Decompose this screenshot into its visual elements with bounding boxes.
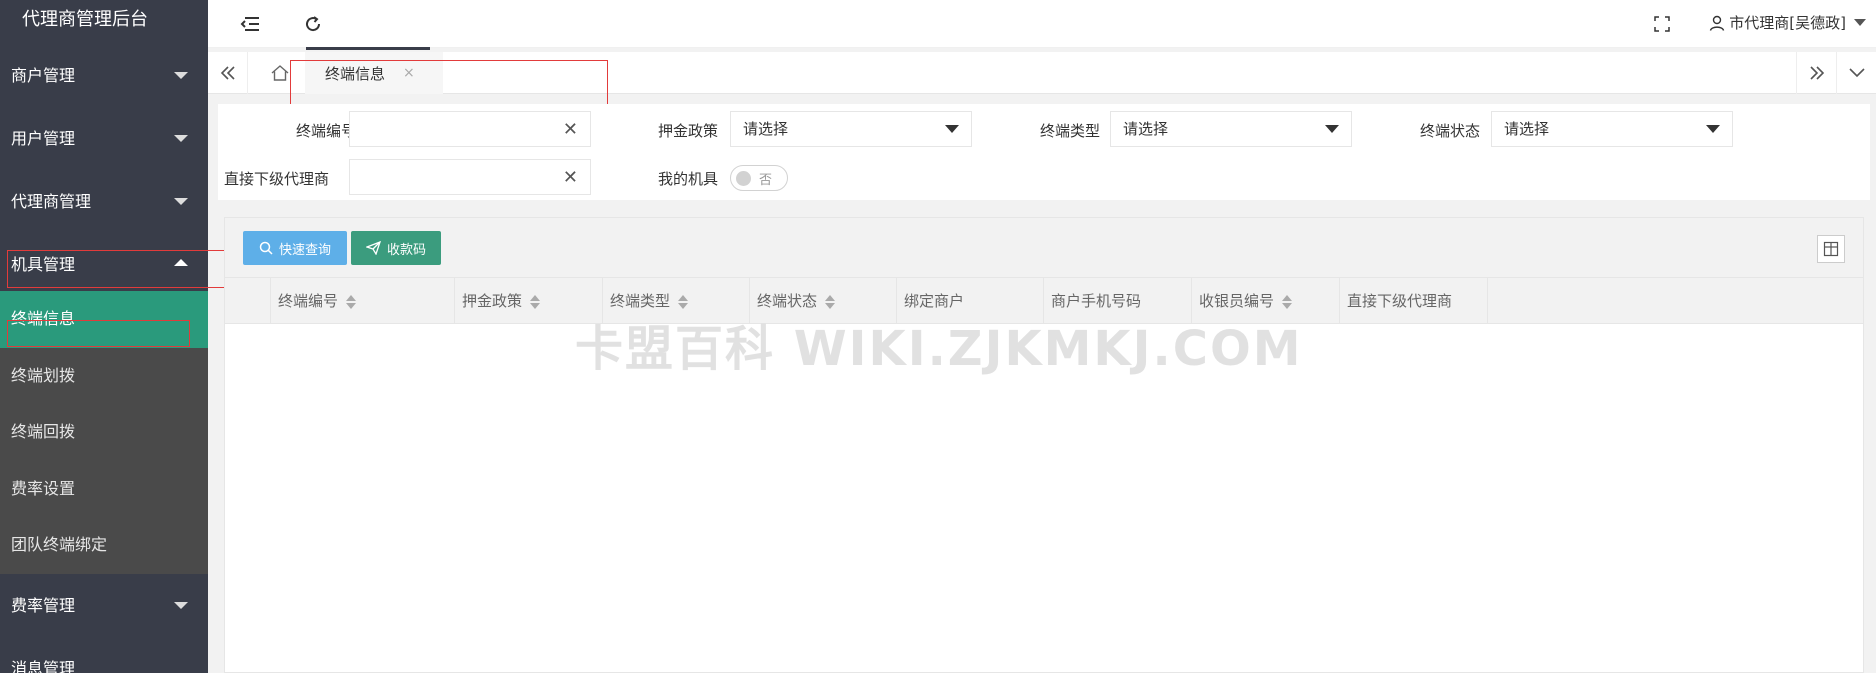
refresh-icon — [306, 16, 321, 32]
sidebar-item-merchant[interactable]: 商户管理 — [0, 44, 208, 107]
menu-collapse-button[interactable] — [220, 0, 280, 48]
deposit-policy-value: 请选择 — [743, 120, 789, 138]
sidebar-item-label: 用户管理 — [11, 129, 76, 148]
search-icon — [259, 241, 273, 255]
sidebar-item-agent[interactable]: 代理商管理 — [0, 170, 208, 233]
sidebar-item-label: 商户管理 — [11, 66, 76, 85]
chevron-down-icon — [174, 198, 188, 205]
column-label: 直接下级代理商 — [1347, 292, 1453, 310]
tab-scroll-right-button[interactable] — [1796, 52, 1836, 94]
column-label: 终端编号 — [278, 292, 339, 310]
sidebar-item-rate[interactable]: 费率管理 — [0, 574, 208, 637]
sort-icon[interactable] — [530, 294, 541, 309]
app-title: 代理商管理后台 — [22, 9, 148, 30]
tab-label: 终端信息 — [325, 64, 386, 83]
tab-options-button[interactable] — [1836, 52, 1876, 94]
sidebar-subitem-terminal-info[interactable]: 终端信息 — [0, 291, 208, 348]
sidebar-item-label: 代理商管理 — [11, 192, 92, 211]
quick-query-label: 快速查询 — [278, 242, 331, 258]
deposit-policy-label: 押金政策 — [657, 122, 718, 140]
column-terminal-no[interactable]: 终端编号 — [271, 278, 455, 324]
sidebar-item-device[interactable]: 机具管理 — [0, 233, 208, 291]
sidebar-subitem-rate-setting[interactable]: 费率设置 — [0, 461, 208, 518]
column-label: 商户手机号码 — [1051, 292, 1142, 310]
fullscreen-icon — [1654, 16, 1670, 32]
column-settings-button[interactable] — [1817, 235, 1845, 263]
sort-icon[interactable] — [825, 294, 836, 309]
terminal-no-label: 终端编号 — [295, 122, 356, 140]
user-menu[interactable]: 市代理商[吴德政] — [1709, 12, 1866, 33]
user-icon — [1710, 15, 1725, 31]
my-devices-toggle[interactable]: 否 — [730, 165, 788, 191]
caret-down-icon — [1706, 125, 1720, 133]
sort-icon[interactable] — [346, 294, 357, 309]
sidebar-subnav: 终端信息 终端划拨 终端回拨 费率设置 团队终端绑定 — [0, 291, 208, 574]
column-label: 绑定商户 — [904, 292, 965, 310]
terminal-status-select[interactable]: 请选择 — [1491, 111, 1733, 147]
sort-icon[interactable] — [1282, 294, 1293, 309]
toggle-knob — [736, 171, 751, 186]
user-name: 市代理商[吴德政] — [1729, 14, 1846, 32]
home-icon — [271, 65, 289, 81]
terminal-type-label: 终端类型 — [1039, 122, 1100, 140]
chevron-down-icon — [174, 601, 188, 609]
top-header: 市代理商[吴德政] — [208, 0, 1876, 50]
caret-down-icon — [1854, 19, 1866, 26]
toggle-text: 否 — [759, 173, 773, 188]
sidebar-subitem-terminal-callback[interactable]: 终端回拨 — [0, 404, 208, 461]
sidebar-subitem-team-binding[interactable]: 团队终端绑定 — [0, 517, 208, 574]
direct-agent-label: 直接下级代理商 — [224, 170, 330, 188]
table-toolbar: 快速查询 收款码 — [225, 218, 1863, 278]
sort-icon[interactable] — [678, 294, 689, 309]
sidebar-item-label: 消息管理 — [11, 658, 76, 673]
qr-code-button[interactable]: 收款码 — [351, 231, 441, 265]
sidebar-item-message[interactable]: 消息管理 — [0, 637, 208, 673]
watermark: 卡盟百科 WIKI.ZJKMKJ.COM — [575, 321, 1303, 377]
terminal-type-select[interactable]: 请选择 — [1110, 111, 1352, 147]
chevron-down-icon — [174, 72, 188, 79]
close-icon[interactable]: × — [403, 65, 415, 81]
sidebar: 代理商管理后台 商户管理 用户管理 代理商管理 机具管理 终端信息 终端划拨 终… — [0, 0, 208, 673]
my-devices-label: 我的机具 — [657, 170, 718, 188]
sidebar-item-label: 机具管理 — [11, 255, 76, 274]
quick-query-button[interactable]: 快速查询 — [243, 231, 347, 265]
deposit-policy-select[interactable]: 请选择 — [730, 111, 972, 147]
tab-bar: 终端信息 × — [208, 52, 1876, 94]
double-chevron-right-icon — [1809, 66, 1824, 80]
sidebar-item-label: 费率管理 — [11, 595, 76, 615]
tab-scroll-left-button[interactable] — [208, 52, 248, 94]
tab-terminal-info[interactable]: 终端信息 × — [305, 52, 443, 94]
refresh-button[interactable] — [283, 0, 343, 48]
filter-form: 终端编号 ✕ 押金政策 请选择 终端类型 请选择 终端状态 请选择 直接下级代理… — [218, 104, 1870, 200]
qr-code-label: 收款码 — [386, 242, 426, 258]
sidebar-subitem-terminal-transfer[interactable]: 终端划拨 — [0, 348, 208, 405]
menu-fold-icon — [240, 17, 259, 31]
tab-home[interactable] — [260, 52, 300, 94]
terminal-no-input[interactable]: ✕ — [349, 111, 591, 147]
double-chevron-left-icon — [220, 66, 235, 80]
chevron-up-icon — [174, 259, 188, 266]
header-active-indicator — [306, 47, 430, 50]
caret-down-icon — [945, 125, 959, 133]
direct-agent-input[interactable]: ✕ — [349, 159, 591, 195]
chevron-down-icon — [174, 135, 188, 142]
terminal-status-label: 终端状态 — [1419, 122, 1480, 140]
send-icon — [365, 241, 381, 255]
terminal-status-value: 请选择 — [1504, 120, 1550, 138]
clear-icon[interactable]: ✕ — [563, 167, 578, 188]
checkbox-column — [225, 278, 271, 324]
data-table-card: 快速查询 收款码 终端编号 押金政策 终端类型 终端状态 绑定商户 商户手机号码… — [224, 217, 1864, 673]
clear-icon[interactable]: ✕ — [563, 119, 578, 140]
fullscreen-button[interactable] — [1632, 0, 1692, 48]
caret-down-icon — [1325, 125, 1339, 133]
terminal-type-value: 请选择 — [1123, 120, 1169, 138]
column-label: 收银员编号 — [1199, 292, 1275, 310]
sidebar-item-user[interactable]: 用户管理 — [0, 107, 208, 170]
column-label: 终端状态 — [757, 292, 818, 310]
columns-icon — [1823, 241, 1839, 257]
column-direct-agent: 直接下级代理商 — [1340, 278, 1488, 324]
column-label: 终端类型 — [610, 292, 671, 310]
column-label: 押金政策 — [462, 292, 523, 310]
chevron-down-icon — [1848, 68, 1865, 78]
